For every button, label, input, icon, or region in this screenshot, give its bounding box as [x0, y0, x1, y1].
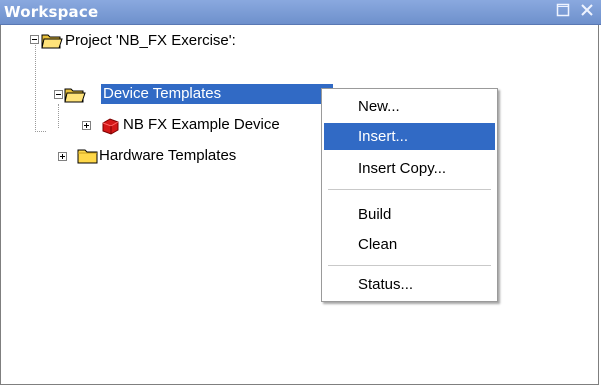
menu-item-insert-copy[interactable]: Insert Copy...: [324, 155, 495, 182]
menu-item-label: Insert...: [358, 128, 409, 145]
menu-separator: [328, 189, 491, 190]
tree-item-hardware-templates[interactable]: Hardware Templates: [97, 146, 238, 166]
menu-item-build[interactable]: Build: [324, 201, 495, 228]
menu-separator: [328, 265, 491, 266]
tree-item-device-templates[interactable]: Device Templates: [101, 84, 333, 104]
device-templates-collapse-toggle[interactable]: [54, 90, 63, 99]
tree-line: [58, 104, 59, 128]
red-device-icon: [100, 117, 120, 135]
menu-item-label: New...: [358, 98, 400, 115]
context-menu: New... Insert... Insert Copy... Build Cl…: [321, 88, 498, 302]
menu-item-label: Status...: [358, 276, 414, 293]
workspace-tree: Project 'NB_FX Exercise': Device Templat…: [0, 24, 599, 384]
tree-line: [35, 131, 46, 132]
project-collapse-toggle[interactable]: [30, 35, 39, 44]
menu-item-label: Clean: [358, 236, 398, 253]
menu-item-label: Build: [358, 206, 392, 223]
menu-item-insert[interactable]: Insert...: [324, 123, 495, 150]
open-folder-icon: [41, 32, 63, 50]
menu-item-clean[interactable]: Clean: [324, 231, 495, 258]
device-example-expand-toggle[interactable]: [82, 121, 91, 130]
restore-icon[interactable]: [556, 3, 572, 19]
close-icon[interactable]: [580, 3, 596, 19]
hardware-templates-expand-toggle[interactable]: [58, 152, 67, 161]
workspace-titlebar[interactable]: Workspace: [0, 0, 601, 25]
tree-item-project[interactable]: Project 'NB_FX Exercise':: [63, 31, 238, 51]
menu-item-status[interactable]: Status...: [324, 271, 495, 298]
menu-item-new[interactable]: New...: [324, 93, 495, 120]
open-folder-icon: [64, 86, 86, 104]
tree-item-device-example[interactable]: NB FX Example Device: [121, 115, 282, 135]
window-title: Workspace: [4, 3, 99, 21]
folder-icon: [77, 147, 99, 165]
menu-item-label: Insert Copy...: [358, 160, 447, 177]
tree-line: [35, 40, 36, 132]
